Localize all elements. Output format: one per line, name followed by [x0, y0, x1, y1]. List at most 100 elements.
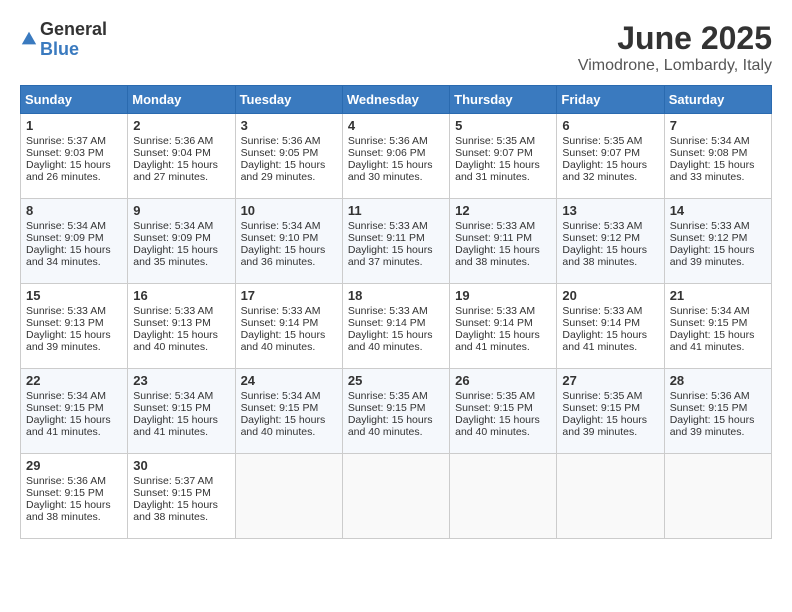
calendar-cell: 13Sunrise: 5:33 AMSunset: 9:12 PMDayligh… — [557, 199, 664, 284]
day-number: 6 — [562, 118, 658, 133]
day-number: 24 — [241, 373, 337, 388]
day-info: Sunrise: 5:34 AMSunset: 9:15 PMDaylight:… — [670, 305, 755, 353]
calendar-cell: 10 Sunrise: 5:34 AMSunset: 9:10 PMDayligh… — [235, 199, 342, 284]
day-info: Sunrise: 5:35 AMSunset: 9:07 PMDaylight:… — [562, 135, 647, 183]
calendar-cell: 8 Sunrise: 5:34 AMSunset: 9:09 PMDaylight… — [21, 199, 128, 284]
day-number: 18 — [348, 288, 444, 303]
calendar-cell: 3Sunrise: 5:36 AMSunset: 9:05 PMDaylight… — [235, 114, 342, 199]
calendar-cell: 15 Sunrise: 5:33 AMSunset: 9:13 PMDayligh… — [21, 284, 128, 369]
header-thursday: Thursday — [450, 86, 557, 114]
day-number: 26 — [455, 373, 551, 388]
calendar-cell — [664, 454, 771, 539]
day-number: 25 — [348, 373, 444, 388]
day-info: Sunrise: 5:33 AMSunset: 9:13 PMDaylight:… — [26, 305, 111, 353]
calendar-cell: 16Sunrise: 5:33 AMSunset: 9:13 PMDayligh… — [128, 284, 235, 369]
calendar-cell — [450, 454, 557, 539]
calendar-cell: 30Sunrise: 5:37 AMSunset: 9:15 PMDayligh… — [128, 454, 235, 539]
day-number: 15 — [26, 288, 122, 303]
day-info: Sunrise: 5:35 AMSunset: 9:15 PMDaylight:… — [348, 390, 433, 438]
calendar-cell: 21Sunrise: 5:34 AMSunset: 9:15 PMDayligh… — [664, 284, 771, 369]
calendar-cell: 22Sunrise: 5:34 AMSunset: 9:15 PMDayligh… — [21, 369, 128, 454]
header-sunday: Sunday — [21, 86, 128, 114]
calendar-cell: 9 Sunrise: 5:34 AMSunset: 9:09 PMDaylight… — [128, 199, 235, 284]
calendar-cell: 27 Sunrise: 5:35 AMSunset: 9:15 PMDayligh… — [557, 369, 664, 454]
day-number: 9 — [133, 203, 229, 218]
day-info: Sunrise: 5:33 AMSunset: 9:12 PMDaylight:… — [562, 220, 647, 268]
day-info: Sunrise: 5:33 AMSunset: 9:14 PMDaylight:… — [562, 305, 647, 353]
day-info: Sunrise: 5:33 AMSunset: 9:11 PMDaylight:… — [348, 220, 433, 268]
logo: General Blue — [20, 20, 107, 60]
calendar-cell: 18 Sunrise: 5:33 AMSunset: 9:14 PMDayligh… — [342, 284, 449, 369]
location-title: Vimodrone, Lombardy, Italy — [578, 57, 772, 75]
day-number: 14 — [670, 203, 766, 218]
day-info: Sunrise: 5:34 AMSunset: 9:15 PMDaylight:… — [133, 390, 218, 438]
day-number: 11 — [348, 203, 444, 218]
header-wednesday: Wednesday — [342, 86, 449, 114]
calendar-cell: 6 Sunrise: 5:35 AMSunset: 9:07 PMDaylight… — [557, 114, 664, 199]
day-info: Sunrise: 5:35 AMSunset: 9:15 PMDaylight:… — [562, 390, 647, 438]
day-info: Sunrise: 5:33 AMSunset: 9:14 PMDaylight:… — [455, 305, 540, 353]
calendar-cell: 12Sunrise: 5:33 AMSunset: 9:11 PMDayligh… — [450, 199, 557, 284]
month-title: June 2025 — [578, 20, 772, 57]
calendar-cell: 4 Sunrise: 5:36 AMSunset: 9:06 PMDaylight… — [342, 114, 449, 199]
day-info: Sunrise: 5:34 AMSunset: 9:15 PMDaylight:… — [241, 390, 326, 438]
calendar-cell: 5Sunrise: 5:35 AMSunset: 9:07 PMDaylight… — [450, 114, 557, 199]
day-info: Sunrise: 5:36 AMSunset: 9:15 PMDaylight:… — [26, 475, 111, 523]
calendar-cell: 19 Sunrise: 5:33 AMSunset: 9:14 PMDayligh… — [450, 284, 557, 369]
day-number: 30 — [133, 458, 229, 473]
day-info: Sunrise: 5:35 AMSunset: 9:15 PMDaylight:… — [455, 390, 540, 438]
day-info: Sunrise: 5:34 AMSunset: 9:09 PMDaylight:… — [133, 220, 218, 268]
day-number: 7 — [670, 118, 766, 133]
week-row-5: 29 Sunrise: 5:36 AMSunset: 9:15 PMDayligh… — [21, 454, 772, 539]
calendar-cell: 11 Sunrise: 5:33 AMSunset: 9:11 PMDayligh… — [342, 199, 449, 284]
calendar-table: SundayMondayTuesdayWednesdayThursdayFrid… — [20, 85, 772, 539]
day-number: 10 — [241, 203, 337, 218]
header-friday: Friday — [557, 86, 664, 114]
day-number: 27 — [562, 373, 658, 388]
day-number: 12 — [455, 203, 551, 218]
day-info: Sunrise: 5:36 AMSunset: 9:06 PMDaylight:… — [348, 135, 433, 183]
calendar-cell: 29 Sunrise: 5:36 AMSunset: 9:15 PMDayligh… — [21, 454, 128, 539]
day-number: 19 — [455, 288, 551, 303]
week-row-3: 15 Sunrise: 5:33 AMSunset: 9:13 PMDayligh… — [21, 284, 772, 369]
header-monday: Monday — [128, 86, 235, 114]
day-info: Sunrise: 5:34 AMSunset: 9:09 PMDaylight:… — [26, 220, 111, 268]
day-number: 16 — [133, 288, 229, 303]
calendar-cell: 28 Sunrise: 5:36 AMSunset: 9:15 PMDayligh… — [664, 369, 771, 454]
calendar-cell — [342, 454, 449, 539]
day-info: Sunrise: 5:33 AMSunset: 9:14 PMDaylight:… — [241, 305, 326, 353]
calendar-cell: 20 Sunrise: 5:33 AMSunset: 9:14 PMDayligh… — [557, 284, 664, 369]
day-info: Sunrise: 5:36 AMSunset: 9:15 PMDaylight:… — [670, 390, 755, 438]
day-number: 17 — [241, 288, 337, 303]
calendar-cell: 25 Sunrise: 5:35 AMSunset: 9:15 PMDayligh… — [342, 369, 449, 454]
calendar-cell: 2Sunrise: 5:36 AMSunset: 9:04 PMDaylight… — [128, 114, 235, 199]
day-number: 20 — [562, 288, 658, 303]
logo-blue: Blue — [40, 40, 107, 60]
week-row-2: 8 Sunrise: 5:34 AMSunset: 9:09 PMDaylight… — [21, 199, 772, 284]
title-block: June 2025 Vimodrone, Lombardy, Italy — [578, 20, 772, 75]
header-saturday: Saturday — [664, 86, 771, 114]
day-info: Sunrise: 5:33 AMSunset: 9:14 PMDaylight:… — [348, 305, 433, 353]
day-info: Sunrise: 5:34 AMSunset: 9:10 PMDaylight:… — [241, 220, 326, 268]
day-info: Sunrise: 5:35 AMSunset: 9:07 PMDaylight:… — [455, 135, 540, 183]
day-info: Sunrise: 5:37 AMSunset: 9:03 PMDaylight:… — [26, 135, 111, 183]
day-number: 4 — [348, 118, 444, 133]
day-info: Sunrise: 5:36 AMSunset: 9:04 PMDaylight:… — [133, 135, 218, 183]
day-info: Sunrise: 5:36 AMSunset: 9:05 PMDaylight:… — [241, 135, 326, 183]
calendar-cell: 1 Sunrise: 5:37 AMSunset: 9:03 PMDaylight… — [21, 114, 128, 199]
day-info: Sunrise: 5:34 AMSunset: 9:15 PMDaylight:… — [26, 390, 111, 438]
day-number: 28 — [670, 373, 766, 388]
logo-general: General — [40, 20, 107, 40]
calendar-cell: 26 Sunrise: 5:35 AMSunset: 9:15 PMDayligh… — [450, 369, 557, 454]
calendar-cell — [235, 454, 342, 539]
calendar-cell: 7 Sunrise: 5:34 AMSunset: 9:08 PMDaylight… — [664, 114, 771, 199]
calendar-cell: 24 Sunrise: 5:34 AMSunset: 9:15 PMDayligh… — [235, 369, 342, 454]
header-row: SundayMondayTuesdayWednesdayThursdayFrid… — [21, 86, 772, 114]
calendar-cell: 17 Sunrise: 5:33 AMSunset: 9:14 PMDayligh… — [235, 284, 342, 369]
day-number: 8 — [26, 203, 122, 218]
day-info: Sunrise: 5:34 AMSunset: 9:08 PMDaylight:… — [670, 135, 755, 183]
day-number: 1 — [26, 118, 122, 133]
page-header: General Blue June 2025 Vimodrone, Lombar… — [20, 20, 772, 75]
header-tuesday: Tuesday — [235, 86, 342, 114]
day-number: 29 — [26, 458, 122, 473]
